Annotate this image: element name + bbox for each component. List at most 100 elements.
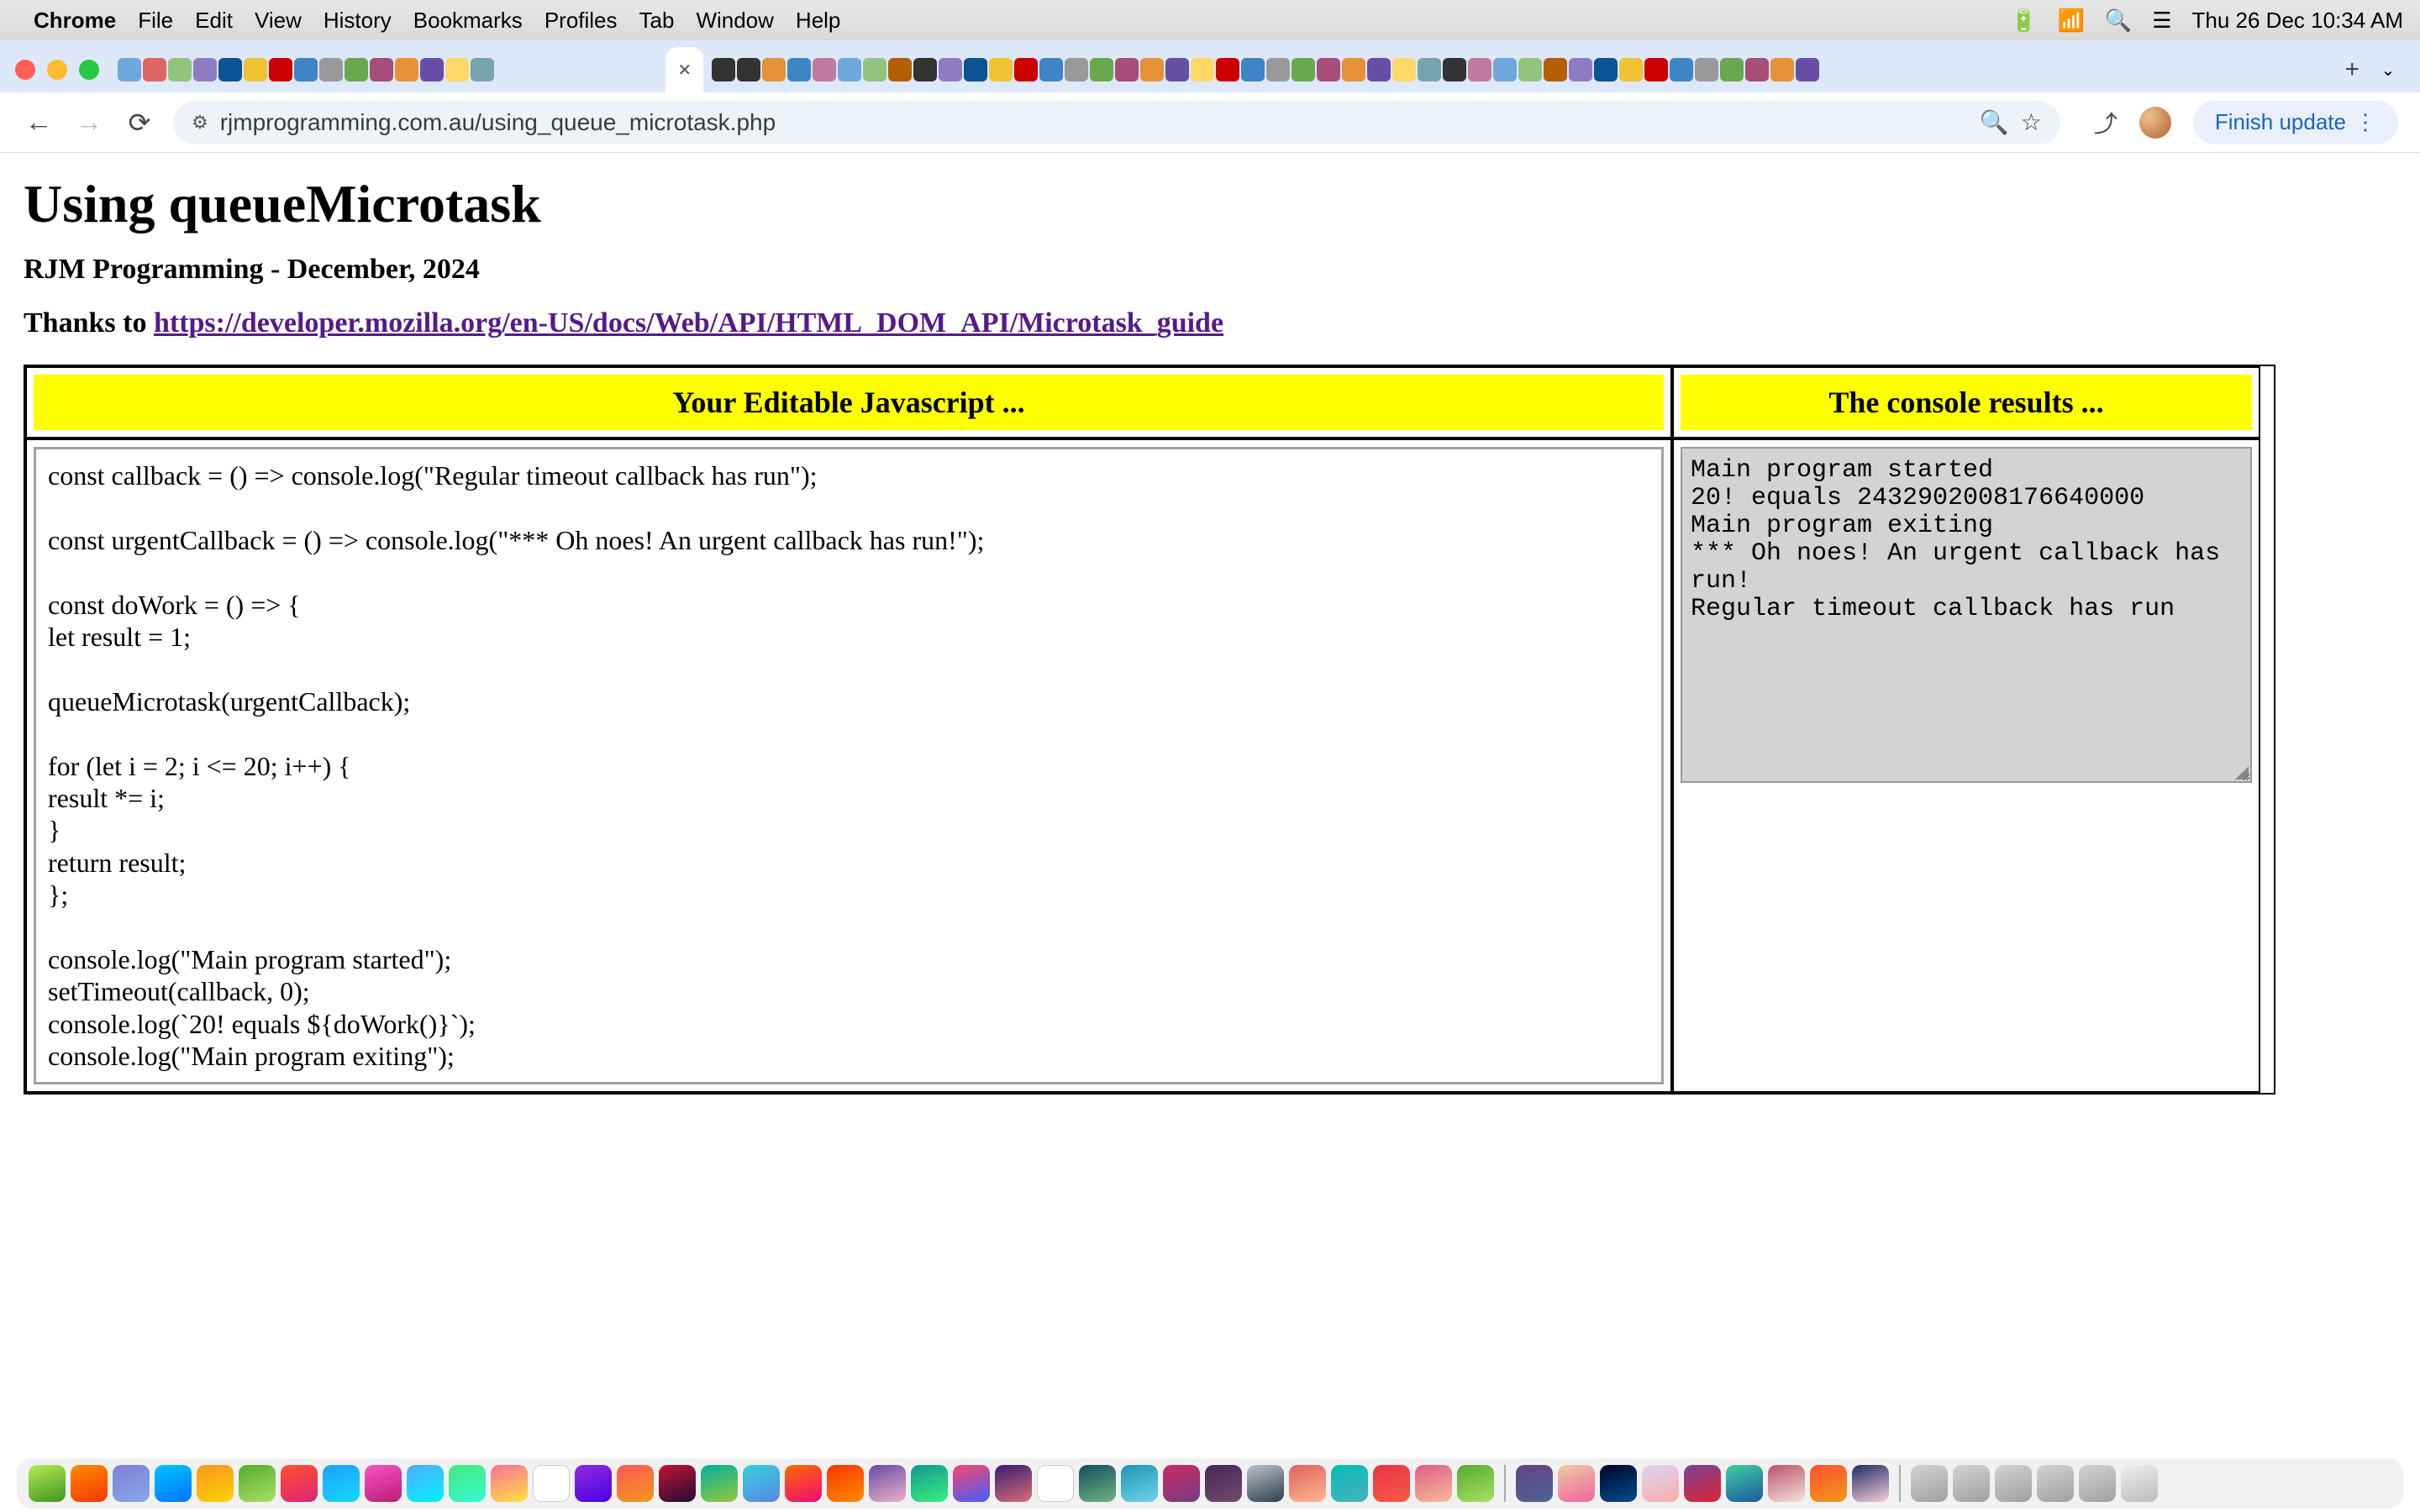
dock-app[interactable] xyxy=(113,1465,150,1502)
dock-folder[interactable] xyxy=(1953,1465,1990,1502)
maximize-window-button[interactable] xyxy=(79,60,99,80)
kebab-menu-icon[interactable]: ⋮ xyxy=(2354,109,2376,135)
pinned-tab[interactable] xyxy=(1317,58,1340,81)
pinned-tab[interactable] xyxy=(168,58,192,81)
dock-app[interactable] xyxy=(1121,1465,1158,1502)
menu-window[interactable]: Window xyxy=(696,8,773,34)
pinned-tab[interactable] xyxy=(1443,58,1466,81)
pinned-tab[interactable] xyxy=(471,58,494,81)
pinned-tab[interactable] xyxy=(863,58,886,81)
dock-folder[interactable] xyxy=(2037,1465,2074,1502)
pinned-tab[interactable] xyxy=(118,58,141,81)
menubar-clock[interactable]: Thu 26 Dec 10:34 AM xyxy=(2192,8,2403,34)
dock-app[interactable] xyxy=(365,1465,402,1502)
dock-app[interactable] xyxy=(1684,1465,1721,1502)
pinned-tab[interactable] xyxy=(244,58,267,81)
dock-folder[interactable] xyxy=(2079,1465,2116,1502)
dock-downloads[interactable] xyxy=(1911,1465,1948,1502)
pinned-tab[interactable] xyxy=(838,58,861,81)
active-tab[interactable]: ✕ xyxy=(666,47,703,92)
dock-app[interactable] xyxy=(1642,1465,1679,1502)
pinned-tab[interactable] xyxy=(737,58,760,81)
pinned-tab[interactable] xyxy=(420,58,444,81)
pinned-tab[interactable] xyxy=(1544,58,1567,81)
pinned-tab[interactable] xyxy=(888,58,912,81)
dock-app[interactable] xyxy=(1726,1465,1763,1502)
pinned-tab[interactable] xyxy=(1342,58,1365,81)
menu-profiles[interactable]: Profiles xyxy=(544,8,618,34)
site-info-icon[interactable]: ⚙ xyxy=(192,112,208,134)
menu-bookmarks[interactable]: Bookmarks xyxy=(413,8,523,34)
pinned-tab[interactable] xyxy=(1670,58,1693,81)
pinned-tab[interactable] xyxy=(1594,58,1618,81)
pinned-tab[interactable] xyxy=(1569,58,1592,81)
bookmark-star-icon[interactable]: ☆ xyxy=(2021,108,2042,136)
pinned-tab[interactable] xyxy=(1241,58,1265,81)
dock-app[interactable] xyxy=(1457,1465,1494,1502)
close-tab-icon[interactable]: ✕ xyxy=(677,60,692,81)
minimize-window-button[interactable] xyxy=(47,60,67,80)
dock-app[interactable] xyxy=(869,1465,906,1502)
pinned-tab[interactable] xyxy=(1418,58,1441,81)
dock-app[interactable] xyxy=(533,1465,570,1502)
pinned-tab[interactable] xyxy=(939,58,962,81)
dock-app[interactable] xyxy=(701,1465,738,1502)
zoom-icon[interactable]: 🔍 xyxy=(1980,108,2009,136)
dock-app[interactable] xyxy=(827,1465,864,1502)
pinned-tab[interactable] xyxy=(1266,58,1290,81)
pinned-tab[interactable] xyxy=(319,58,343,81)
pinned-tab[interactable] xyxy=(1745,58,1769,81)
spotlight-icon[interactable]: 🔍 xyxy=(2105,8,2132,34)
pinned-tab[interactable] xyxy=(1796,58,1819,81)
dock-app[interactable] xyxy=(323,1465,360,1502)
pinned-tab[interactable] xyxy=(1770,58,1794,81)
pinned-tab[interactable] xyxy=(1090,58,1113,81)
dock-app[interactable] xyxy=(1079,1465,1116,1502)
menu-file[interactable]: File xyxy=(138,8,173,34)
dock-app[interactable] xyxy=(1163,1465,1200,1502)
dock-app[interactable] xyxy=(491,1465,528,1502)
pinned-tab[interactable] xyxy=(218,58,242,81)
dock-app[interactable] xyxy=(575,1465,612,1502)
dock-app[interactable] xyxy=(1289,1465,1326,1502)
menu-edit[interactable]: Edit xyxy=(195,8,233,34)
dock-trash[interactable] xyxy=(2121,1465,2158,1502)
battery-icon[interactable]: 🔋 xyxy=(2010,8,2037,34)
dock-app[interactable] xyxy=(1247,1465,1284,1502)
pinned-tab[interactable] xyxy=(1367,58,1391,81)
pinned-tab[interactable] xyxy=(1191,58,1214,81)
address-bar[interactable]: ⚙ rjmprogramming.com.au/using_queue_micr… xyxy=(173,101,2060,144)
active-app-name[interactable]: Chrome xyxy=(34,8,116,34)
pinned-tab[interactable] xyxy=(1720,58,1744,81)
pinned-tab[interactable] xyxy=(1468,58,1491,81)
share-icon[interactable]: ⤴ xyxy=(2094,106,2118,139)
pinned-tab[interactable] xyxy=(445,58,469,81)
dock-app[interactable] xyxy=(239,1465,276,1502)
pinned-tab[interactable] xyxy=(1493,58,1517,81)
control-center-icon[interactable]: ☰ xyxy=(2152,8,2171,34)
dock-app[interactable] xyxy=(29,1465,66,1502)
profile-avatar[interactable] xyxy=(2139,107,2171,139)
pinned-tab[interactable] xyxy=(1165,58,1189,81)
pinned-tab[interactable] xyxy=(1065,58,1088,81)
dock-app[interactable] xyxy=(1331,1465,1368,1502)
forward-button[interactable]: → xyxy=(72,107,106,138)
pinned-tab[interactable] xyxy=(989,58,1013,81)
menu-tab[interactable]: Tab xyxy=(639,8,675,34)
dock-app[interactable] xyxy=(743,1465,780,1502)
dock-app[interactable] xyxy=(155,1465,192,1502)
menu-view[interactable]: View xyxy=(255,8,302,34)
thanks-link[interactable]: https://developer.mozilla.org/en-US/docs… xyxy=(154,307,1223,339)
dock-app[interactable] xyxy=(659,1465,696,1502)
dock-app[interactable] xyxy=(1852,1465,1889,1502)
dock-app[interactable] xyxy=(1768,1465,1805,1502)
console-output[interactable]: Main program started 20! equals 24329020… xyxy=(1681,447,2252,783)
close-window-button[interactable] xyxy=(15,60,35,80)
dock-app[interactable] xyxy=(1516,1465,1553,1502)
back-button[interactable]: ← xyxy=(22,107,55,138)
pinned-tab[interactable] xyxy=(1140,58,1164,81)
pinned-tab[interactable] xyxy=(370,58,393,81)
pinned-tab[interactable] xyxy=(269,58,292,81)
pinned-tab[interactable] xyxy=(712,58,735,81)
pinned-tab[interactable] xyxy=(345,58,368,81)
